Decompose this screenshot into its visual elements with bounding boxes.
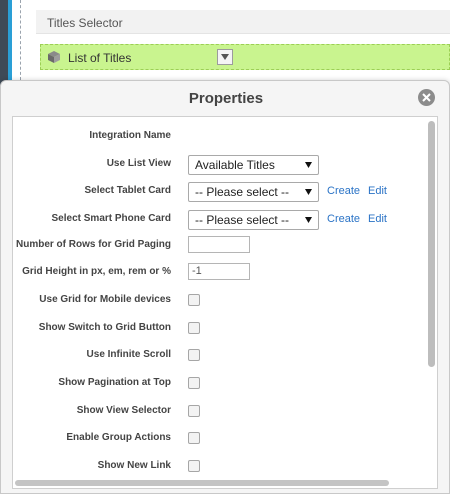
infinite-scroll-label: Use Infinite Scroll: [86, 349, 171, 360]
row-rows-grid-paging: Number of Rows for Grid Paging: [13, 236, 428, 256]
row-new-link: Show New Link: [13, 457, 428, 477]
phone-card-label: Select Smart Phone Card: [51, 213, 171, 224]
phone-card-value: -- Please select --: [195, 213, 290, 227]
horizontal-scrollbar[interactable]: [15, 480, 427, 486]
properties-panel: Integration Name Use List View Available…: [12, 116, 438, 489]
view-selector-label: Show View Selector: [76, 405, 171, 416]
use-list-view-select[interactable]: Available Titles: [188, 155, 319, 175]
chevron-down-icon: [305, 217, 312, 223]
list-of-titles-label: List of Titles: [68, 51, 132, 65]
grid-mobile-label: Use Grid for Mobile devices: [39, 294, 171, 305]
dialog-title: Properties: [188, 90, 264, 107]
row-phone-card: Select Smart Phone Card -- Please select…: [13, 210, 428, 230]
infinite-scroll-checkbox[interactable]: [188, 349, 200, 361]
row-switch-grid: Show Switch to Grid Button: [13, 319, 428, 339]
group-actions-checkbox[interactable]: [188, 432, 200, 444]
horizontal-scrollbar-thumb[interactable]: [15, 480, 389, 486]
row-grid-mobile: Use Grid for Mobile devices: [13, 291, 428, 311]
vertical-scrollbar-thumb[interactable]: [428, 121, 435, 367]
close-icon: [422, 93, 431, 102]
row-use-list-view: Use List View Available Titles: [13, 155, 428, 175]
titles-dropdown-button[interactable]: [217, 49, 233, 65]
integration-name-label: Integration Name: [89, 130, 171, 141]
row-view-selector: Show View Selector: [13, 402, 428, 422]
close-button[interactable]: [418, 89, 435, 106]
rows-grid-paging-label: Number of Rows for Grid Paging: [15, 239, 171, 250]
vertical-scrollbar[interactable]: [428, 121, 435, 481]
use-list-view-label: Use List View: [106, 158, 171, 169]
tablet-card-value: -- Please select --: [195, 185, 290, 199]
chevron-down-icon: [305, 189, 312, 195]
use-list-view-value: Available Titles: [195, 158, 275, 172]
tablet-card-label: Select Tablet Card: [84, 185, 171, 196]
new-link-checkbox[interactable]: [188, 460, 200, 472]
new-link-label: Show New Link: [97, 460, 171, 471]
phone-card-edit-link[interactable]: Edit: [368, 213, 387, 225]
phone-card-create-link[interactable]: Create: [327, 213, 360, 225]
row-pagination-top: Show Pagination at Top: [13, 374, 428, 394]
cube-icon: [47, 50, 61, 64]
row-integration-name: Integration Name: [13, 127, 428, 147]
view-selector-checkbox[interactable]: [188, 405, 200, 417]
row-infinite-scroll: Use Infinite Scroll: [13, 346, 428, 366]
titles-selector-header: Titles Selector: [36, 10, 450, 34]
group-actions-label: Enable Group Actions: [66, 432, 171, 443]
row-group-actions: Enable Group Actions: [13, 429, 428, 449]
tablet-card-select[interactable]: -- Please select --: [188, 182, 319, 202]
list-of-titles-bar[interactable]: List of Titles: [40, 44, 450, 70]
chevron-down-icon: [221, 54, 229, 60]
pagination-top-checkbox[interactable]: [188, 377, 200, 389]
tablet-card-edit-link[interactable]: Edit: [368, 185, 387, 197]
switch-grid-label: Show Switch to Grid Button: [38, 322, 171, 333]
properties-dialog: Properties Integration Name Use List Vie…: [0, 80, 450, 494]
row-tablet-card: Select Tablet Card -- Please select -- C…: [13, 182, 428, 202]
grid-height-label: Grid Height in px, em, rem or %: [22, 266, 171, 277]
chevron-down-icon: [305, 162, 312, 168]
rows-grid-paging-input[interactable]: [188, 236, 250, 253]
phone-card-select[interactable]: -- Please select --: [188, 210, 319, 230]
pagination-top-label: Show Pagination at Top: [58, 377, 171, 388]
grid-height-input[interactable]: -1: [188, 263, 250, 280]
row-grid-height: Grid Height in px, em, rem or % -1: [13, 263, 428, 283]
switch-grid-checkbox[interactable]: [188, 322, 200, 334]
grid-mobile-checkbox[interactable]: [188, 294, 200, 306]
tablet-card-create-link[interactable]: Create: [327, 185, 360, 197]
